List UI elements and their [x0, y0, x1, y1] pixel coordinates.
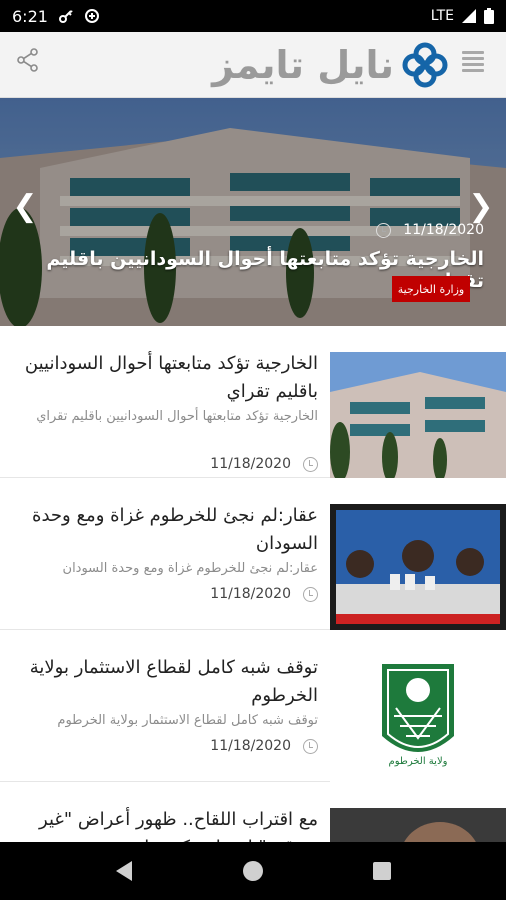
- news-thumbnail: [330, 352, 506, 478]
- news-subtitle: عقار:لم نجئ للخرطوم غزاة ومع وحدة السودا…: [62, 561, 318, 576]
- news-thumbnail: [330, 808, 506, 842]
- nav-home-button[interactable]: [233, 851, 273, 891]
- share-button[interactable]: [14, 46, 42, 74]
- hero-date-row: 11/18/2020: [376, 222, 484, 238]
- news-list: الخارجية تؤكد متابعتها أحوال السودانيين …: [0, 326, 506, 842]
- news-date: 11/18/2020: [210, 586, 291, 602]
- app-bar: نايل تايمز: [0, 32, 506, 98]
- clock-icon: [303, 738, 318, 754]
- news-thumbnail-image: [330, 808, 506, 842]
- news-thumbnail: [330, 504, 506, 630]
- network-type: LTE: [430, 8, 454, 24]
- news-thumbnail: ولاية الخرطوم: [330, 656, 506, 782]
- battery-icon: [484, 8, 494, 24]
- data-saver-icon: [84, 9, 99, 23]
- chevron-left-icon: ❮: [12, 188, 38, 224]
- key-icon: [58, 10, 73, 23]
- news-title: مع اقتراب اللقاح.. ظهور أعراض "غير متوقع…: [39, 809, 318, 842]
- recents-square-icon: [372, 862, 391, 880]
- hero-category-tag[interactable]: وزارة الخارجية: [392, 276, 470, 302]
- system-nav-bar: [0, 842, 506, 900]
- news-title: الخارجية تؤكد متابعتها أحوال السودانيين …: [24, 353, 318, 402]
- back-triangle-icon: [116, 861, 133, 881]
- status-bar: 6:21 LTE: [0, 0, 506, 32]
- news-item[interactable]: مع اقتراب اللقاح.. ظهور أعراض "غير متوقع…: [0, 782, 506, 842]
- news-subtitle: الخارجية تؤكد متابعتها أحوال السودانيين …: [36, 409, 318, 424]
- slider-prev-button[interactable]: ❮: [10, 186, 40, 226]
- news-thumbnail-image: [330, 504, 506, 630]
- news-date: 11/18/2020: [210, 738, 291, 754]
- news-title: عقار:لم نجئ للخرطوم غزاة ومع وحدة السودا…: [32, 505, 318, 554]
- news-date-row: 11/18/2020: [12, 586, 318, 602]
- nav-back-button[interactable]: [104, 851, 144, 891]
- chevron-right-icon: ❯: [468, 188, 494, 224]
- hero-slider[interactable]: ❮ ❯ 11/18/2020 الخارجية تؤكد متابعتها أح…: [0, 98, 506, 326]
- status-time: 6:21: [12, 6, 48, 26]
- news-item[interactable]: عقار:لم نجئ للخرطوم غزاة ومع وحدة السودا…: [0, 478, 506, 630]
- news-date-row: 11/18/2020: [12, 738, 318, 754]
- news-date: 11/18/2020: [210, 456, 291, 472]
- clock-icon: [303, 456, 318, 472]
- news-date-row: 11/18/2020: [12, 456, 318, 472]
- app-logo[interactable]: نايل تايمز: [212, 38, 450, 92]
- news-thumbnail-image: [330, 352, 506, 478]
- clock-icon: [376, 222, 392, 238]
- news-item[interactable]: ولاية الخرطوم توقف شبه كامل لقطاع الاستث…: [0, 630, 506, 782]
- signal-icon: [462, 9, 476, 23]
- news-title: توقف شبه كامل لقطاع الاستثمار بولاية الخ…: [29, 657, 318, 706]
- hero-date: 11/18/2020: [403, 222, 484, 238]
- hamburger-menu-icon: [462, 51, 484, 54]
- menu-button[interactable]: [462, 48, 484, 72]
- logo-knot-icon: [402, 42, 448, 88]
- nav-recents-button[interactable]: [362, 851, 402, 891]
- thumb-caption: ولاية الخرطوم: [388, 756, 448, 767]
- home-circle-icon: [242, 861, 263, 881]
- share-icon: [17, 48, 38, 72]
- logo-text: نايل تايمز: [212, 43, 395, 87]
- news-subtitle: توقف شبه كامل لقطاع الاستثمار بولاية الخ…: [57, 713, 318, 728]
- slider-next-button[interactable]: ❯: [466, 186, 496, 226]
- news-item[interactable]: الخارجية تؤكد متابعتها أحوال السودانيين …: [0, 326, 506, 478]
- clock-icon: [303, 586, 318, 602]
